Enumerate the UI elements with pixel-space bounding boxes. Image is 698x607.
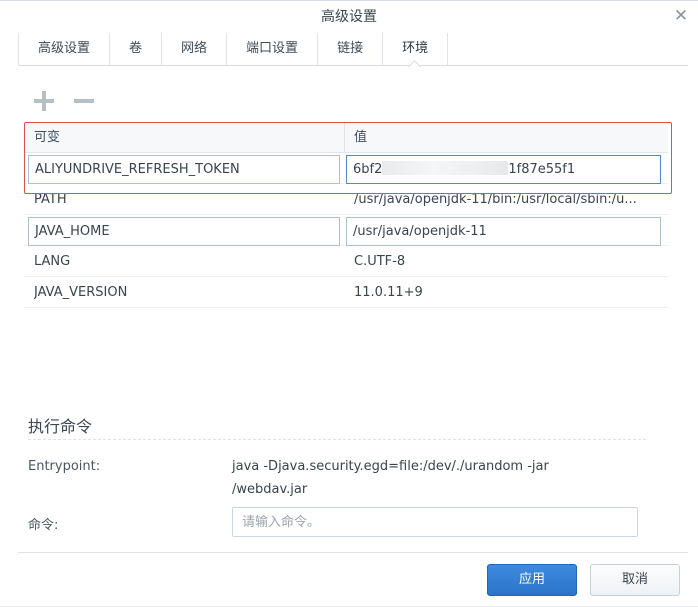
table-row[interactable]: LANG C.UTF-8 — [24, 246, 668, 277]
dialog-footer: 应用 取消 — [18, 552, 688, 607]
tab-volume[interactable]: 卷 — [110, 33, 163, 65]
apply-button[interactable]: 应用 — [487, 564, 577, 596]
command-input[interactable] — [232, 507, 638, 537]
column-divider — [344, 123, 345, 153]
tab-environment[interactable]: 环境 — [383, 33, 449, 65]
env-key: JAVA_VERSION — [34, 285, 128, 300]
entrypoint-line: /webdav.jar — [232, 482, 308, 497]
tab-bar: 高级设置 卷 网络 端口设置 链接 环境 — [18, 33, 688, 66]
env-value: 11.0.11+9 — [354, 285, 423, 300]
tab-network[interactable]: 网络 — [162, 33, 228, 65]
environment-panel: 可变 值 ALIYUNDRIVE_REFRESH_TOKEN 6bf2 1f87e… — [18, 67, 688, 551]
table-header: 可变 值 — [24, 123, 668, 153]
env-key: LANG — [34, 254, 71, 269]
redacted-value — [382, 161, 509, 175]
column-header-value[interactable]: 值 — [354, 123, 367, 153]
table-row[interactable]: ALIYUNDRIVE_REFRESH_TOKEN 6bf2 1f87e55f1 — [24, 153, 668, 184]
env-key-field[interactable]: ALIYUNDRIVE_REFRESH_TOKEN — [28, 155, 340, 184]
env-value-field[interactable]: 6bf2 1f87e55f1 — [346, 155, 661, 184]
env-value-field[interactable]: /usr/java/openjdk-11 — [346, 217, 661, 246]
value-text: 6bf2 — [353, 162, 383, 177]
dialog-title: 高级设置 — [321, 9, 377, 25]
tab-links[interactable]: 链接 — [318, 33, 384, 65]
entrypoint-label: Entrypoint: — [28, 459, 101, 474]
tab-advanced-settings[interactable]: 高级设置 — [18, 33, 111, 65]
table-row[interactable]: JAVA_VERSION 11.0.11+9 — [24, 277, 668, 308]
column-header-variable[interactable]: 可变 — [34, 123, 60, 153]
entrypoint-line: java -Djava.security.egd=file:/dev/./ura… — [232, 459, 549, 474]
close-icon[interactable]: ✕ — [672, 7, 690, 25]
tab-port-settings[interactable]: 端口设置 — [227, 33, 319, 65]
env-key-field[interactable]: JAVA_HOME — [28, 217, 340, 246]
command-label: 命令: — [28, 518, 59, 533]
value-text: 1f87e55f1 — [508, 162, 576, 177]
exec-command-heading: 执行命令 — [28, 417, 93, 436]
env-value: /usr/java/openjdk-11/bin:/usr/local/sbin… — [354, 192, 637, 207]
section-divider — [28, 439, 646, 440]
env-key: PATH — [34, 192, 67, 207]
entrypoint-value: java -Djava.security.egd=file:/dev/./ura… — [232, 455, 592, 501]
table-row[interactable]: JAVA_HOME /usr/java/openjdk-11 — [24, 215, 668, 246]
plus-icon[interactable] — [32, 89, 56, 113]
env-variables-table: 可变 值 ALIYUNDRIVE_REFRESH_TOKEN 6bf2 1f87e… — [24, 123, 668, 308]
minus-icon[interactable] — [72, 89, 96, 113]
table-row[interactable]: PATH /usr/java/openjdk-11/bin:/usr/local… — [24, 184, 668, 215]
cancel-button[interactable]: 取消 — [590, 564, 680, 596]
env-value: C.UTF-8 — [354, 254, 406, 269]
advanced-settings-dialog: 高级设置 ✕ 高级设置 卷 网络 端口设置 链接 环境 可变 值 ALIYUND… — [0, 0, 698, 606]
